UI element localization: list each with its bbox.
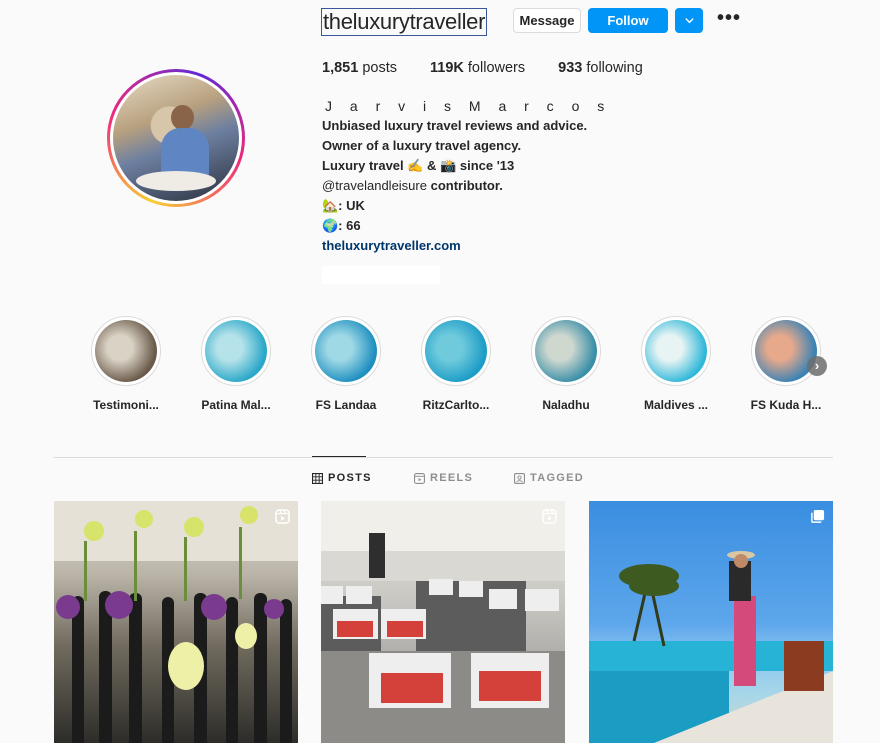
profile-avatar-frame [110,72,242,204]
posts-count-label: posts [362,60,397,76]
follow-button[interactable]: Follow [588,8,668,33]
highlight-cover [535,320,597,382]
more-options-icon[interactable]: ••• [717,8,740,28]
highlight-item[interactable]: Testimoni... [71,316,181,412]
tabs-divider [54,457,833,458]
carousel-icon [811,509,825,523]
suggested-dropdown-button[interactable] [675,8,703,33]
following-count[interactable]: 933 following [558,60,643,76]
highlight-cover [205,320,267,382]
profile-stats: 1,851 posts 119K followers 933 following [322,60,676,76]
highlight-item[interactable]: Maldives ... [621,316,731,412]
story-highlights: Testimoni... Patina Mal... FS Landaa Rit… [0,316,880,416]
tab-tagged-label: TAGGED [530,472,585,484]
message-button[interactable]: Message [513,8,581,33]
highlight-item[interactable]: Naladhu [511,316,621,412]
followers-count-label: followers [467,60,526,76]
bio-line: Owner of a luxury travel agency. [322,138,522,153]
bio-mention-suffix: contributor. [430,178,503,193]
highlight-label: Naladhu [542,398,590,412]
highlight-label: FS Kuda H... [750,398,822,412]
followers-count[interactable]: 119K followers [430,60,525,76]
avatar-table-shape [135,170,217,191]
post-image [589,551,833,743]
profile-bio: J a r v i s M a r c o s Unbiased luxury … [322,96,611,284]
highlight-ring [421,316,491,386]
profile-website-link[interactable]: theluxurytraveller.com [322,236,611,256]
highlight-label: FS Landaa [315,398,377,412]
reel-icon [542,509,557,524]
bio-mention-line: @travelandleisure contributor. [322,176,611,196]
highlight-label: Maldives ... [643,398,709,412]
following-count-value: 933 [558,60,583,76]
highlight-cover [645,320,707,382]
tab-tagged[interactable]: TAGGED [514,472,584,484]
reel-icon [275,509,290,524]
highlight-label: Patina Mal... [201,398,271,412]
posts-count: 1,851 posts [322,60,397,76]
highlight-cover [755,320,817,382]
bio-mention-link[interactable]: @travelandleisure [322,178,427,193]
profile-avatar-ring[interactable] [107,69,245,207]
profile-avatar[interactable] [113,75,239,201]
highlight-item[interactable]: RitzCarlto... [401,316,511,412]
highlight-ring [531,316,601,386]
grid-icon [312,472,323,484]
active-tab-indicator [312,456,366,457]
bio-globe-line: 🌍: 66 [322,218,361,233]
posts-count-value: 1,851 [322,60,359,76]
highlight-ring [201,316,271,386]
tab-posts[interactable]: POSTS [312,472,372,484]
profile-username: theluxurytraveller [321,8,488,36]
bio-line: Unbiased luxury travel reviews and advic… [322,118,588,133]
chevron-down-icon [684,18,694,24]
tagged-icon [514,472,525,484]
highlight-ring [91,316,161,386]
bio-blank-area [322,266,440,284]
highlight-ring [641,316,711,386]
highlight-label: RitzCarlto... [422,398,490,412]
post-image [54,501,298,743]
highlights-next-arrow-icon[interactable]: › [807,356,827,376]
highlight-ring [751,316,821,386]
profile-full-name: J a r v i s M a r c o s [325,98,612,114]
post-tile[interactable] [589,501,833,743]
tab-reels[interactable]: REELS [414,472,473,484]
highlight-ring [311,316,381,386]
highlight-cover [95,320,157,382]
following-count-label: following [586,60,643,76]
highlight-cover [315,320,377,382]
post-tile[interactable] [54,501,298,743]
tab-reels-label: REELS [430,472,474,484]
highlight-cover [425,320,487,382]
highlight-item[interactable]: Patina Mal... [181,316,291,412]
avatar-head-shape [170,105,194,131]
bio-line: Luxury travel ✍️ & 📸 since '13 [322,158,515,173]
reels-icon [414,472,425,484]
followers-count-value: 119K [430,60,464,76]
bio-home-line: 🏡: UK [322,198,365,213]
highlight-label: Testimoni... [93,398,159,412]
post-image [321,501,565,743]
highlight-item[interactable]: FS Landaa [291,316,401,412]
tab-posts-label: POSTS [328,472,372,484]
post-tile[interactable] [321,501,565,743]
